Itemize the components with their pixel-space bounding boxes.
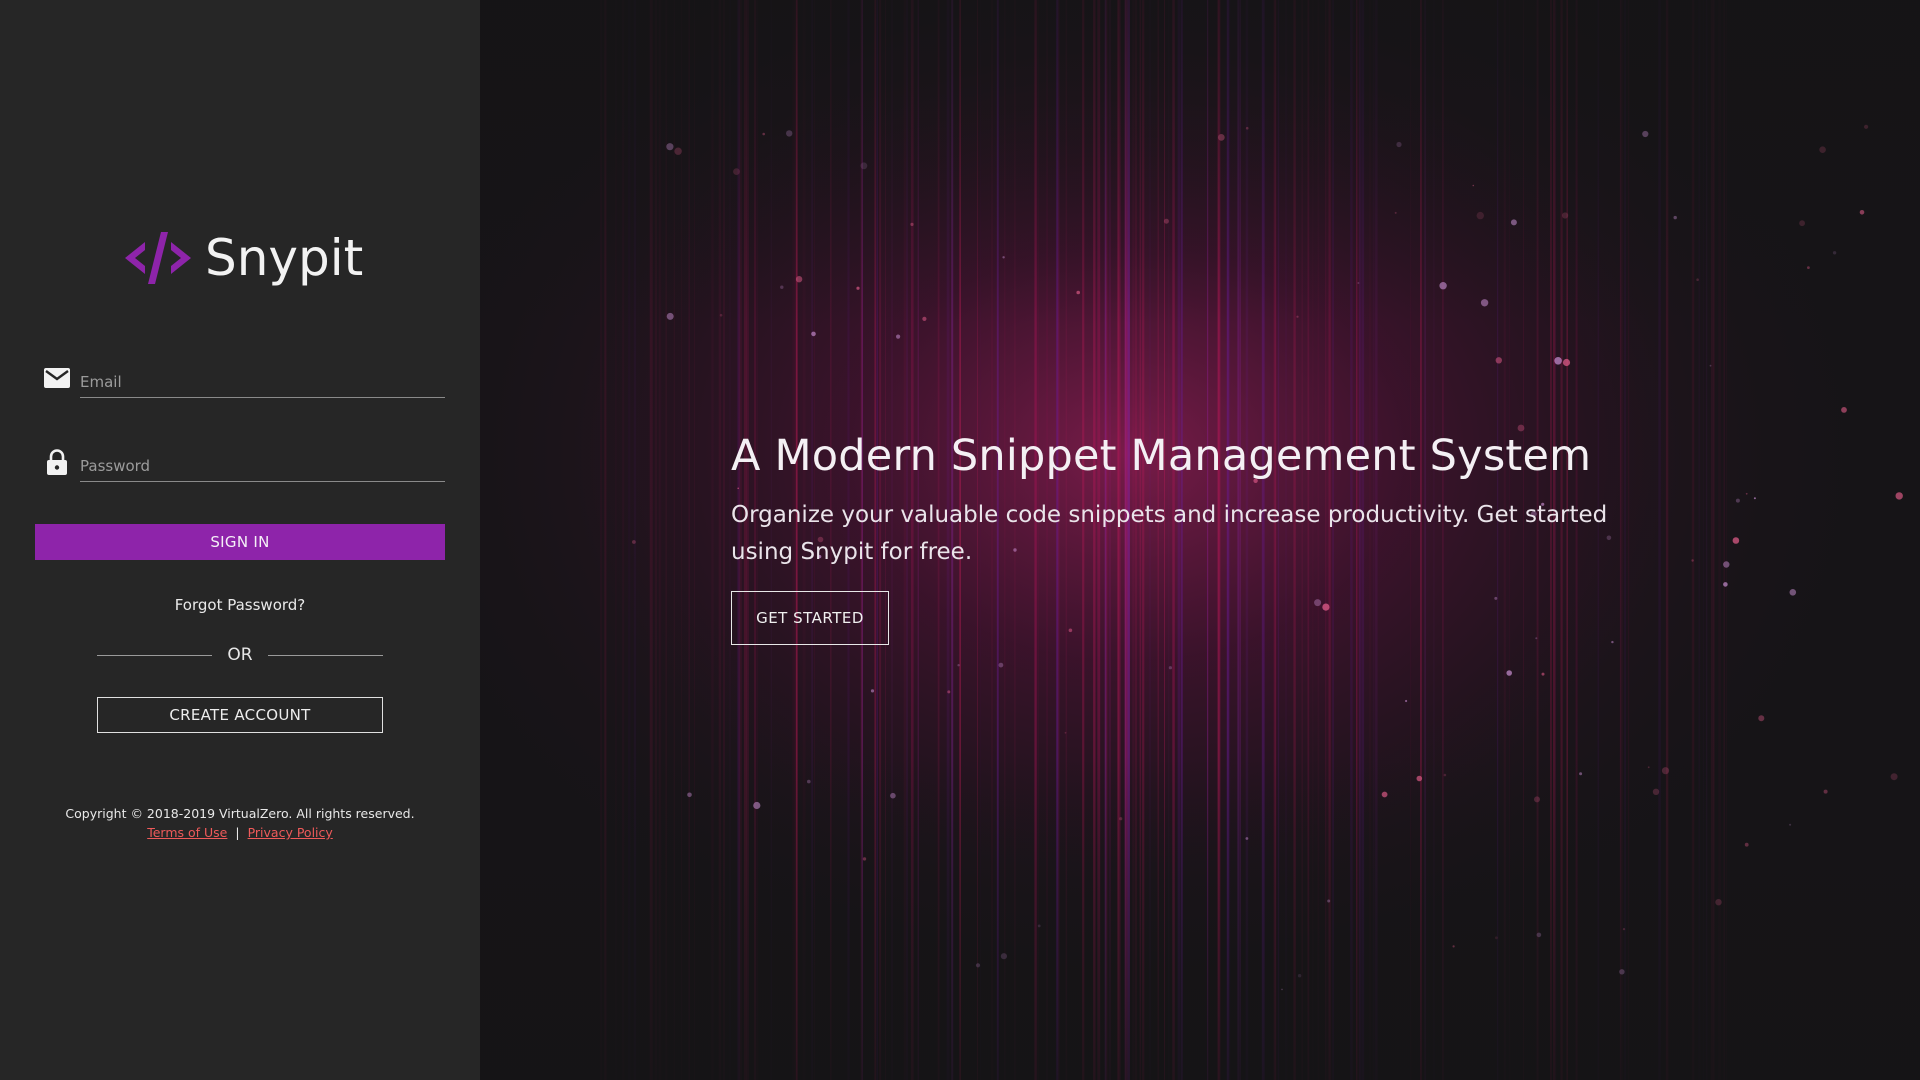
get-started-button[interactable]: GET STARTED [731,591,889,645]
divider-line-right [268,655,383,656]
hero-section: A Modern Snippet Management System Organ… [480,0,1920,1080]
forgot-password-link[interactable]: Forgot Password? [0,596,480,614]
footer-links: Terms of Use | Privacy Policy [0,823,480,842]
code-brackets-icon [125,232,191,284]
password-field [44,444,445,484]
footer-separator: | [235,825,240,840]
mail-icon [44,368,70,388]
email-input[interactable] [80,360,445,398]
sign-in-button[interactable]: SIGN IN [35,524,445,560]
email-field [44,360,445,400]
logo: Snypit [123,228,363,288]
hero-content: A Modern Snippet Management System Organ… [731,425,1691,645]
app-root: Snypit SIGN IN Forgot Password? OR CREAT [0,0,1920,1080]
terms-of-use-link[interactable]: Terms of Use [147,825,227,840]
or-divider: OR [97,645,383,669]
hero-subtitle: Organize your valuable code snippets and… [731,502,1608,565]
password-input[interactable] [80,444,445,482]
logo-text: Snypit [205,229,364,287]
create-account-button[interactable]: CREATE ACCOUNT [97,697,383,733]
privacy-policy-link[interactable]: Privacy Policy [248,825,333,840]
lock-icon [47,449,67,475]
copyright-text: Copyright © 2018-2019 VirtualZero. All r… [65,806,415,821]
footer: Copyright © 2018-2019 VirtualZero. All r… [0,804,480,842]
hero-title: A Modern Snippet Management System [731,431,1592,481]
login-panel: Snypit SIGN IN Forgot Password? OR CREAT [0,0,480,1080]
